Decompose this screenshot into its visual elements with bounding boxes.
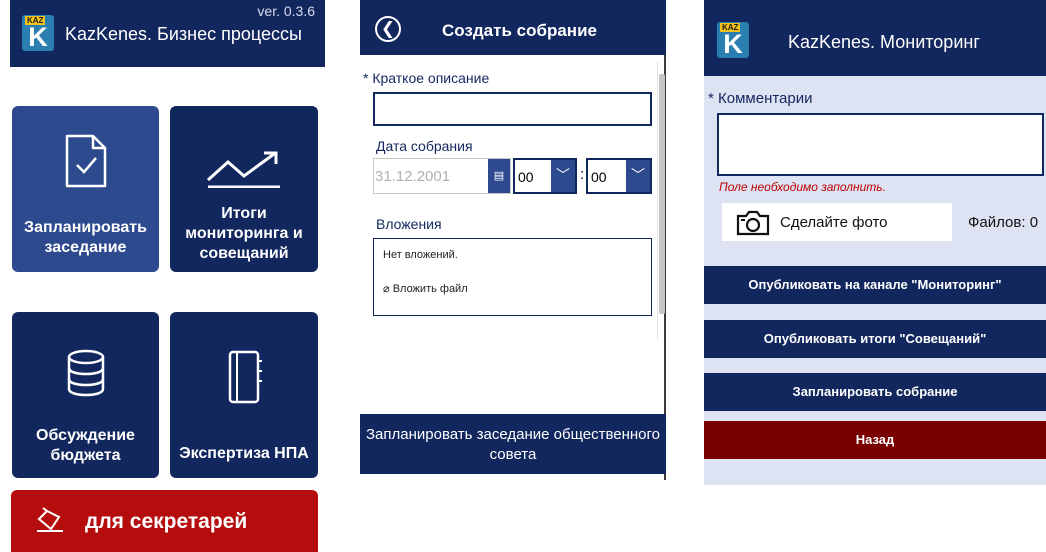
required-mark: *: [708, 90, 714, 107]
publish-monitoring-button[interactable]: Опубликовать на канале "Мониторинг": [704, 266, 1046, 304]
kazkenes-logo: KAZ K: [717, 22, 749, 58]
validation-error: Поле необходимо заполнить.: [719, 180, 886, 194]
app-title: KazKenes. Бизнес процессы: [65, 24, 302, 44]
hour-select[interactable]: 00 ﹀: [513, 158, 577, 194]
date-input[interactable]: 31.12.2001 ▤: [373, 158, 511, 194]
short-desc-text: Краткое описание: [372, 70, 490, 86]
camera-icon: [736, 210, 770, 236]
chevron-down-icon[interactable]: ﹀: [551, 160, 575, 192]
attachments-box: Нет вложений. ⌀ Вложить файл: [373, 238, 652, 316]
logo-letter: K: [723, 29, 743, 58]
version-label: ver. 0.3.6: [257, 3, 315, 19]
back-button[interactable]: Назад: [704, 421, 1046, 459]
budget-discussion-label: Обсуждение бюджета: [36, 427, 135, 464]
schedule-council-meeting-button[interactable]: Запланировать заседание общественного со…: [360, 414, 666, 474]
date-label: Дата собрания: [376, 138, 473, 154]
date-placeholder: 31.12.2001: [375, 168, 451, 185]
secretary-button[interactable]: для секретарей: [11, 490, 318, 552]
notebook-icon: [228, 350, 262, 404]
secretary-label: для секретарей: [85, 510, 248, 533]
create-meeting-panel: ❮ Создать собрание * Краткое описание Да…: [360, 0, 666, 480]
attachments-label: Вложения: [376, 216, 442, 232]
scrollbar[interactable]: [657, 62, 665, 340]
back-circle-icon[interactable]: ❮: [375, 16, 401, 42]
monitoring-title: KazKenes. Мониторинг: [788, 32, 980, 52]
monitoring-results-tile[interactable]: Итоги мониторинга и совещаний: [170, 106, 318, 272]
schedule-meeting-button[interactable]: Запланировать собрание: [704, 373, 1046, 411]
publish-meetings-button[interactable]: Опубликовать итоги "Совещаний": [704, 320, 1046, 358]
comment-label-text: Комментарии: [718, 90, 813, 107]
short-desc-input[interactable]: [373, 92, 652, 126]
plan-meeting-tile[interactable]: Запланировать заседание: [12, 106, 159, 272]
legal-expertise-tile[interactable]: Экспертиза НПА: [170, 312, 318, 478]
scrollbar-thumb[interactable]: [659, 74, 665, 314]
monitoring-results-label: Итоги мониторинга и совещаний: [185, 205, 303, 262]
create-meeting-title: Создать собрание: [442, 21, 597, 40]
time-separator: :: [580, 166, 585, 183]
create-meeting-header: ❮ Создать собрание: [360, 0, 666, 55]
business-header: KAZ K ver. 0.3.6 KazKenes. Бизнес процес…: [10, 0, 325, 67]
minute-select[interactable]: 00 ﹀: [586, 158, 652, 194]
required-mark: *: [363, 70, 369, 86]
monitoring-header: KAZ K KazKenes. Мониторинг: [704, 0, 1046, 76]
logo-letter: K: [28, 22, 48, 51]
monitoring-panel: KAZ K KazKenes. Мониторинг * Комментарии…: [704, 0, 1046, 485]
plan-meeting-label: Запланировать заседание: [24, 219, 147, 256]
calendar-icon[interactable]: ▤: [488, 159, 510, 193]
attach-file-text: Вложить файл: [392, 283, 468, 295]
legal-expertise-label: Экспертиза НПА: [179, 445, 309, 462]
budget-discussion-tile[interactable]: Обсуждение бюджета: [12, 312, 159, 478]
attach-file-link[interactable]: ⌀ Вложить файл: [383, 282, 468, 295]
take-photo-label: Сделайте фото: [780, 214, 888, 231]
comment-input[interactable]: [717, 113, 1044, 176]
pen-sign-icon: [37, 507, 63, 532]
take-photo-button[interactable]: Сделайте фото: [722, 203, 952, 241]
chevron-down-icon[interactable]: ﹀: [626, 160, 650, 192]
short-desc-label: * Краткое описание: [363, 70, 489, 86]
paperclip-icon: ⌀: [383, 283, 393, 295]
no-attachments-text: Нет вложений.: [383, 249, 458, 261]
document-check-icon: [65, 134, 106, 188]
trend-line-icon: [206, 151, 280, 188]
kazkenes-logo: KAZ K: [22, 15, 54, 51]
files-count: Файлов: 0: [968, 214, 1039, 231]
database-icon: [67, 349, 104, 397]
hour-value: 00: [518, 169, 534, 185]
minute-value: 00: [591, 169, 607, 185]
comment-label: * Комментарии: [708, 90, 813, 107]
